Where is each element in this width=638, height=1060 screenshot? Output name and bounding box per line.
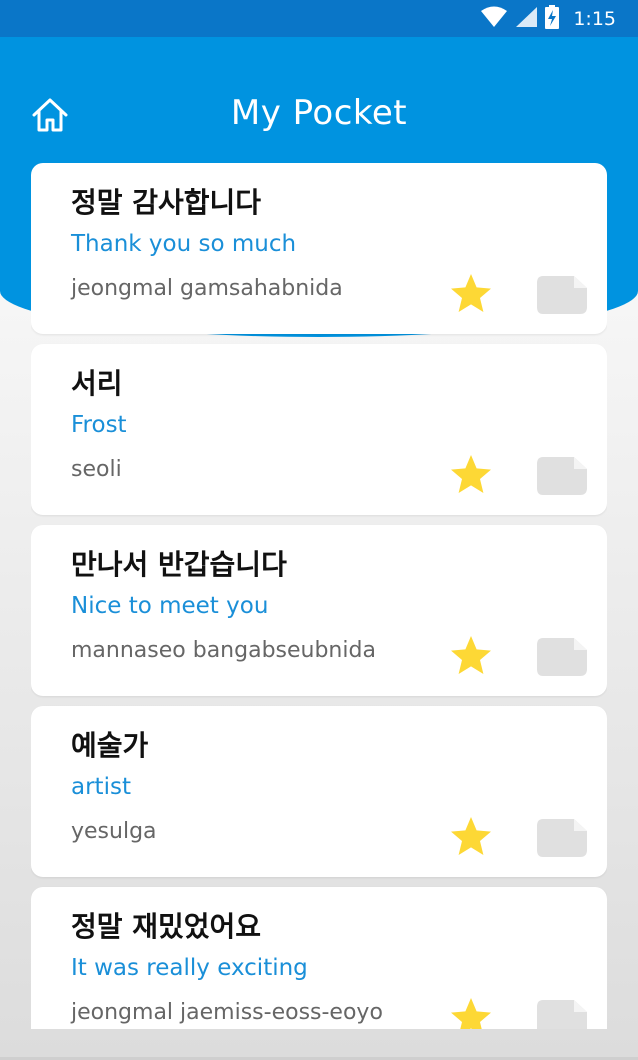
- romanization-text: seoli: [71, 457, 122, 482]
- phrase-card[interactable]: 예술가 artist yesulga: [31, 706, 607, 877]
- signal-icon: [515, 6, 538, 32]
- korean-text: 정말 재밌었어요: [71, 910, 262, 943]
- english-text: Frost: [71, 412, 127, 438]
- star-icon: [449, 636, 493, 681]
- romanization-text: mannaseo bangabseubnida: [71, 638, 376, 663]
- status-icons: 1:15: [481, 5, 616, 33]
- romanization-text: jeongmal gamsahabnida: [71, 276, 343, 301]
- phrase-list[interactable]: 정말 감사합니다 Thank you so much jeongmal gams…: [31, 163, 607, 1029]
- note-icon: [536, 276, 588, 319]
- note-icon: [536, 1000, 588, 1029]
- status-time: 1:15: [573, 8, 616, 30]
- phrase-card[interactable]: 서리 Frost seoli: [31, 344, 607, 515]
- note-button[interactable]: [536, 637, 588, 677]
- korean-text: 만나서 반갑습니다: [71, 548, 287, 581]
- english-text: artist: [71, 774, 131, 800]
- romanization-text: jeongmal jaemiss-eoss-eoyo: [71, 1000, 383, 1025]
- korean-text: 서리: [71, 367, 123, 400]
- phrase-card[interactable]: 정말 감사합니다 Thank you so much jeongmal gams…: [31, 163, 607, 334]
- star-icon: [449, 274, 493, 319]
- phrase-card[interactable]: 만나서 반갑습니다 Nice to meet you mannaseo bang…: [31, 525, 607, 696]
- note-icon: [536, 638, 588, 681]
- romanization-text: yesulga: [71, 819, 157, 844]
- note-icon: [536, 819, 588, 862]
- page-title: My Pocket: [230, 93, 408, 133]
- note-button[interactable]: [536, 818, 588, 858]
- note-button[interactable]: [536, 275, 588, 315]
- favorite-button[interactable]: [449, 452, 493, 496]
- status-bar: 1:15: [0, 0, 638, 37]
- note-button[interactable]: [536, 456, 588, 496]
- english-text: Nice to meet you: [71, 593, 269, 619]
- english-text: It was really exciting: [71, 955, 308, 981]
- phrase-card[interactable]: 정말 재밌었어요 It was really exciting jeongmal…: [31, 887, 607, 1029]
- note-button[interactable]: [536, 999, 588, 1029]
- note-icon: [536, 457, 588, 500]
- korean-text: 정말 감사합니다: [71, 186, 262, 219]
- favorite-button[interactable]: [449, 995, 493, 1029]
- wifi-icon: [481, 6, 508, 32]
- favorite-button[interactable]: [449, 633, 493, 677]
- english-text: Thank you so much: [71, 231, 297, 257]
- favorite-button[interactable]: [449, 814, 493, 858]
- star-icon: [449, 817, 493, 862]
- star-icon: [449, 998, 493, 1029]
- korean-text: 예술가: [71, 729, 149, 762]
- star-icon: [449, 455, 493, 500]
- battery-icon: [545, 5, 560, 33]
- favorite-button[interactable]: [449, 271, 493, 315]
